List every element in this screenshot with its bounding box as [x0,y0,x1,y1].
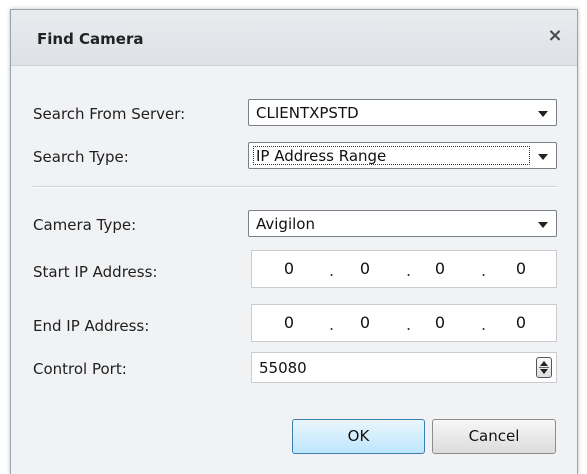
close-icon[interactable]: × [545,26,565,46]
section-divider [33,186,557,188]
ip-octet[interactable]: 0 [430,313,450,332]
ip-octet[interactable]: 0 [430,259,450,278]
spinner-icon[interactable] [536,357,552,378]
chevron-down-icon [538,111,548,117]
ip-octet[interactable]: 0 [511,313,531,332]
control-port-label: Control Port: [33,360,127,378]
search-from-server-value: CLIENTXPSTD [256,104,359,122]
chevron-down-icon [538,222,548,228]
ip-octet[interactable]: 0 [279,313,299,332]
ip-octet[interactable]: 0 [279,259,299,278]
ip-separator: . [481,261,487,280]
dialog-title: Find Camera [37,30,144,48]
end-ip-label: End IP Address: [33,317,150,335]
search-type-dropdown[interactable]: IP Address Range [248,142,557,169]
camera-type-dropdown[interactable]: Avigilon [248,210,557,237]
start-ip-field[interactable]: 0 . 0 . 0 . 0 [251,250,557,288]
find-camera-dialog: Find Camera × Search From Server: CLIENT… [10,9,578,474]
ip-separator: . [481,315,487,334]
ip-separator: . [406,261,412,280]
search-type-value: IP Address Range [256,147,387,165]
dialog-titlebar: Find Camera × [11,10,577,66]
camera-type-label: Camera Type: [33,216,137,234]
chevron-down-icon [538,154,548,160]
camera-type-value: Avigilon [256,215,315,233]
ok-button[interactable]: OK [292,419,425,454]
spin-up-icon[interactable] [540,361,548,366]
ip-separator: . [329,315,335,334]
control-port-value: 55080 [259,359,307,377]
ip-octet[interactable]: 0 [355,259,375,278]
ip-separator: . [406,315,412,334]
control-port-input[interactable]: 55080 [251,352,557,383]
search-type-label: Search Type: [33,148,129,166]
ip-octet[interactable]: 0 [355,313,375,332]
spin-divider [539,367,549,368]
end-ip-field[interactable]: 0 . 0 . 0 . 0 [251,304,557,342]
search-from-server-label: Search From Server: [33,105,186,123]
cancel-button[interactable]: Cancel [432,419,556,454]
ip-octet[interactable]: 0 [511,259,531,278]
search-from-server-dropdown[interactable]: CLIENTXPSTD [248,99,557,126]
start-ip-label: Start IP Address: [33,263,158,281]
ip-separator: . [329,261,335,280]
spin-down-icon[interactable] [540,369,548,374]
